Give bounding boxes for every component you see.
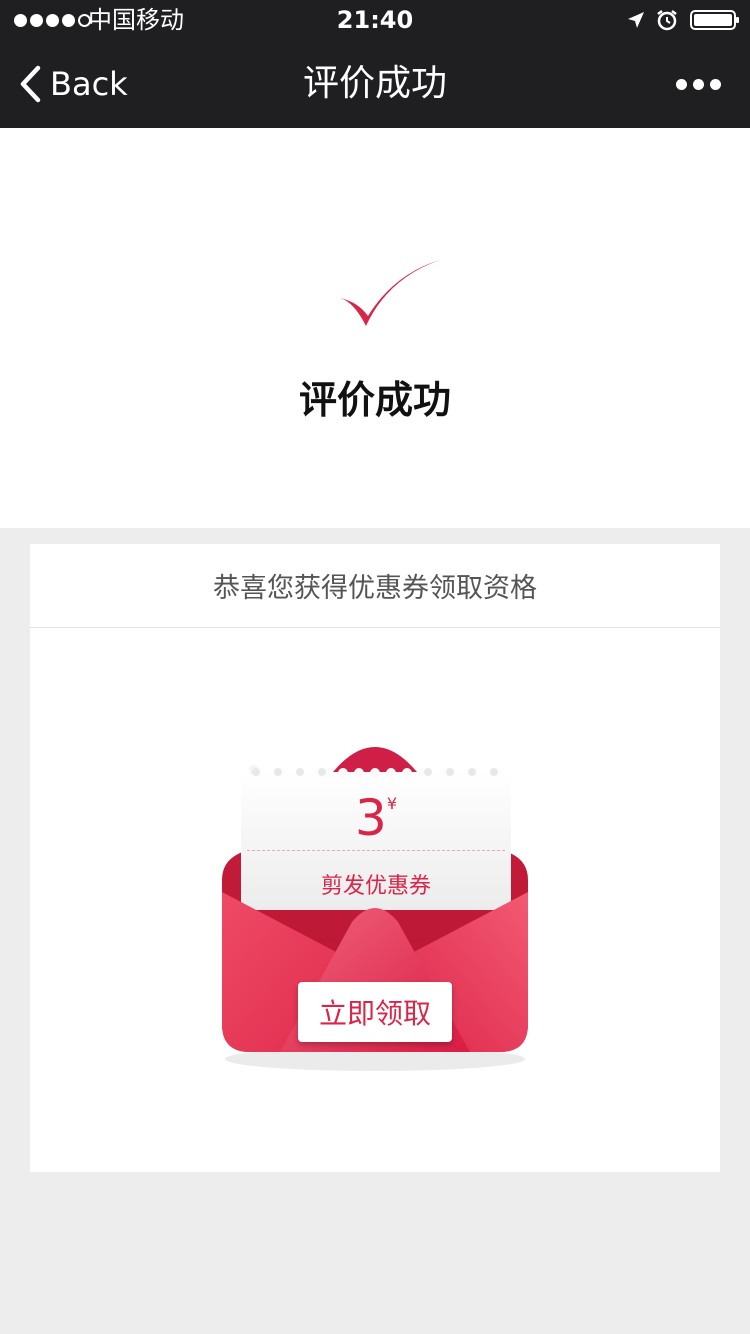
more-dot-icon [676,78,687,90]
more-dot-icon [693,78,704,90]
ticket-divider [247,850,505,851]
navigation-bar: Back 评价成功 [0,40,750,128]
currency-symbol: ¥ [386,794,397,813]
claim-coupon-button[interactable]: 立即领取 [298,982,452,1042]
battery-icon [690,10,739,30]
more-options-button[interactable] [676,74,724,94]
more-dot-icon [710,78,721,90]
checkmark-icon [340,260,440,326]
success-panel: 评价成功 [0,128,750,528]
coupon-card: 恭喜您获得优惠券领取资格 3¥ 剪发优惠券 立即领取 [30,544,720,1172]
success-message: 评价成功 [298,378,451,422]
coupon-name: 剪发优惠券 [320,874,431,899]
coupon-amount-value: 3 [355,789,387,847]
location-arrow-icon [628,12,644,28]
status-bar: 中国移动 21:40 [0,0,750,40]
coupon-ticket: 3¥ 剪发优惠券 [241,770,511,910]
coupon-amount: 3¥ [241,790,511,846]
alarm-clock-icon [657,10,677,31]
page-title: 评价成功 [302,63,447,104]
top-bar: 中国移动 21:40 Back 评价成功 [0,0,750,128]
